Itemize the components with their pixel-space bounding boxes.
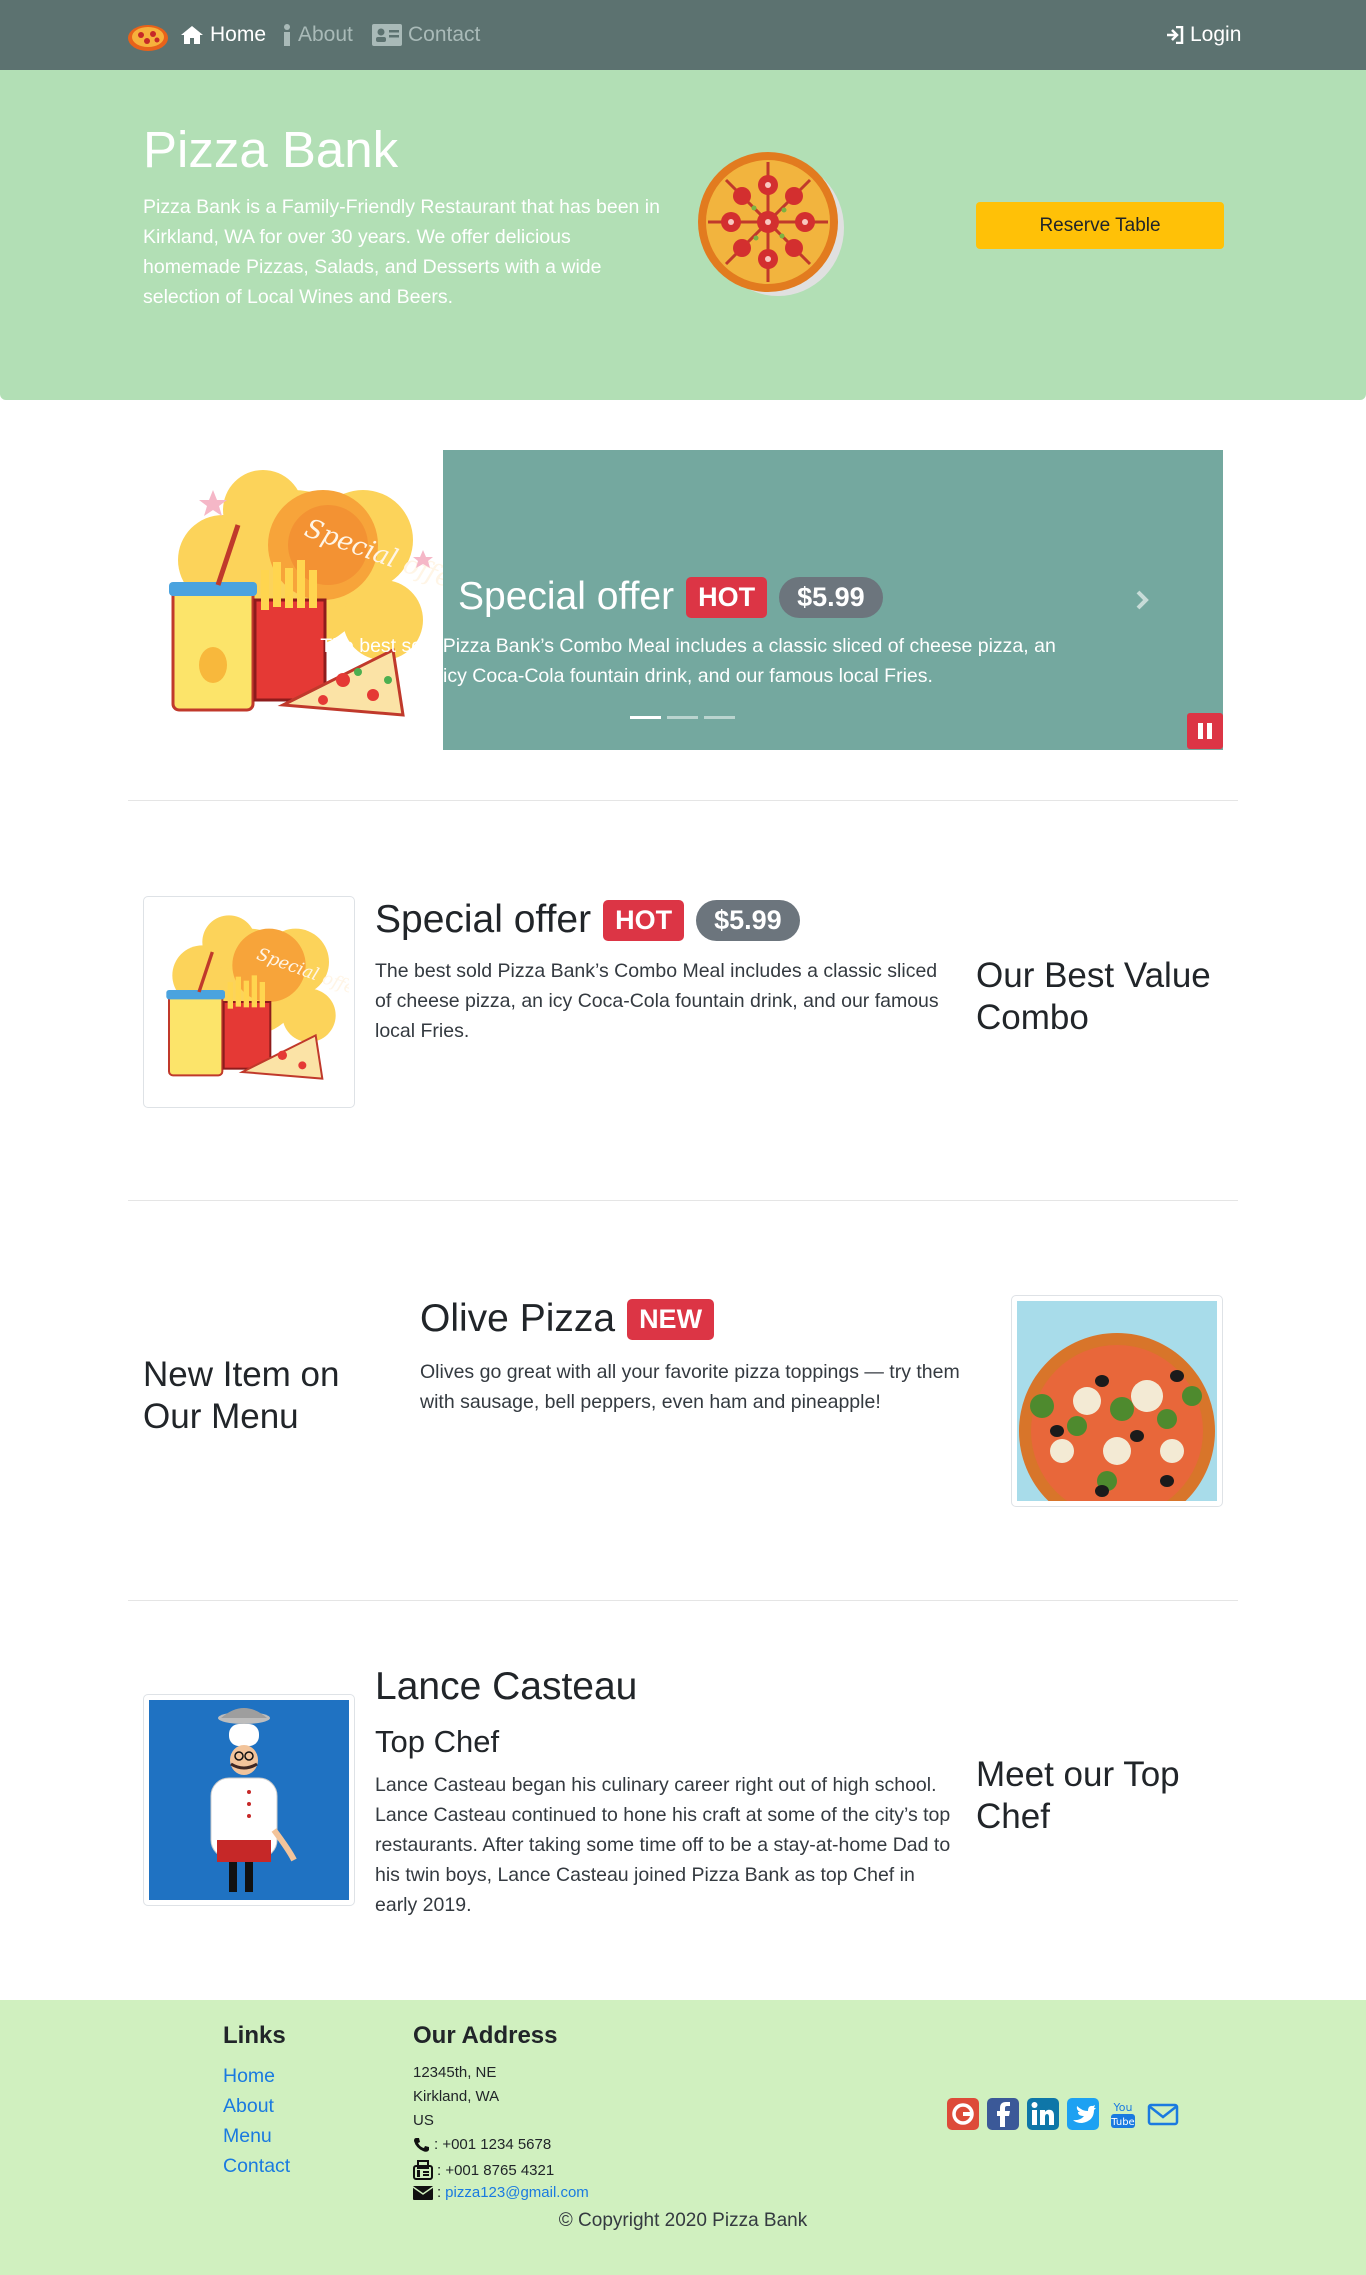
hero-title: Pizza Bank <box>143 121 399 178</box>
chef-image <box>149 1700 349 1900</box>
special-offer-description: The best sold Pizza Bank’s Combo Meal in… <box>375 960 939 1042</box>
carousel-indicator-2[interactable] <box>667 716 698 719</box>
nav-about-link[interactable]: About <box>282 23 353 47</box>
chef-bio: Lance Casteau began his culinary career … <box>375 1774 951 1916</box>
address-line-3: US <box>413 2112 434 2129</box>
carousel-pause-button[interactable] <box>1187 713 1223 749</box>
best-value-combo-heading: Our Best Value Combo <box>976 956 1211 1037</box>
nav-home-link[interactable]: Home <box>180 23 266 47</box>
new-badge: NEW <box>627 1298 715 1340</box>
olive-pizza-image <box>1017 1301 1217 1529</box>
address-line-2: Kirkland, WA <box>413 2088 500 2105</box>
section-divider <box>128 1600 1238 1601</box>
special-offer-combo-image: Special offer <box>169 470 443 717</box>
home-icon <box>181 26 203 44</box>
copyright: © Copyright 2020 Pizza Bank <box>558 2210 808 2231</box>
carousel-indicator-3[interactable] <box>704 716 735 719</box>
facebook-icon[interactable] <box>986 2097 1020 2131</box>
info-icon <box>284 24 290 46</box>
chef-thumbnail <box>143 1694 355 1906</box>
chevron-right-icon[interactable] <box>1128 584 1156 616</box>
carousel-caption: The best sold Pizza Bank’s Combo Meal in… <box>320 635 1056 687</box>
social-links: You Tube <box>946 2097 1180 2131</box>
carousel-title: Special offer <box>458 575 675 618</box>
nav-about-label: About <box>298 23 353 46</box>
nav-contact-link[interactable]: Contact <box>372 23 480 47</box>
footer-links-heading: Links <box>223 2022 286 2049</box>
carousel-heading: Special offer HOT $5.99 <box>458 575 883 619</box>
section-divider <box>128 1200 1238 1201</box>
new-item-heading: New Item on Our Menu <box>143 1355 340 1436</box>
special-offer-title: Special offer <box>375 898 592 941</box>
pizza-image <box>698 152 844 296</box>
pizza-logo-icon[interactable] <box>126 22 170 52</box>
fax-icon <box>413 2160 433 2180</box>
nav-home-label: Home <box>210 23 267 46</box>
pause-icon <box>1198 723 1212 739</box>
phone-icon <box>414 2137 429 2152</box>
youtube-icon[interactable]: You Tube <box>1106 2097 1140 2131</box>
navbar: Home About Contact Login <box>0 0 1366 70</box>
hot-badge: HOT <box>686 576 768 618</box>
svg-text:You: You <box>1113 2101 1133 2114</box>
carousel-indicators <box>630 716 735 719</box>
nav-contact-label: Contact <box>408 23 481 46</box>
olive-pizza-thumbnail <box>1011 1295 1223 1529</box>
special-offer-thumbnail: Special offer <box>143 896 367 1108</box>
footer-link-home[interactable]: Home <box>223 2065 275 2088</box>
olive-pizza-description: Olives go great with all your favorite p… <box>420 1361 960 1413</box>
footer-link-menu[interactable]: Menu <box>223 2125 272 2148</box>
footer-address-heading: Our Address <box>413 2022 558 2049</box>
email-prefix: : <box>437 2184 442 2201</box>
contact-card-icon <box>372 24 402 46</box>
chef-name: Lance Casteau <box>375 1665 638 1708</box>
email-link[interactable]: pizza123@gmail.com <box>445 2184 589 2201</box>
svg-text:Tube: Tube <box>1110 2117 1134 2128</box>
reserve-table-button[interactable]: Reserve Table <box>976 202 1224 249</box>
price-badge: $5.99 <box>696 899 800 941</box>
hot-badge: HOT <box>603 899 685 941</box>
hero-description: Pizza Bank is a Family-Friendly Restaura… <box>143 196 660 308</box>
address-line-1: 12345th, NE <box>413 2064 497 2081</box>
footer <box>0 2000 1366 2275</box>
email-line: : pizza123@gmail.com <box>413 2184 589 2201</box>
fax-line: : +001 8765 4321 <box>413 2160 554 2180</box>
phone-line: : +001 1234 5678 <box>413 2136 551 2153</box>
price-badge: $5.99 <box>779 576 883 618</box>
meet-chef-heading: Meet our Top Chef <box>976 1755 1180 1836</box>
fax-number: : +001 8765 4321 <box>437 2161 555 2179</box>
special-offer-combo-image: Special offer <box>166 915 367 1080</box>
envelope-icon[interactable] <box>1146 2097 1180 2131</box>
section-divider <box>128 800 1238 801</box>
login-link[interactable]: Login <box>1166 23 1241 47</box>
sign-in-icon <box>1167 26 1184 44</box>
special-offer-heading: Special offer HOT $5.99 <box>375 898 800 942</box>
login-label: Login <box>1190 23 1242 46</box>
twitter-icon[interactable] <box>1066 2097 1100 2131</box>
phone-number: : +001 1234 5678 <box>434 2136 552 2153</box>
olive-pizza-title: Olive Pizza <box>420 1297 616 1340</box>
carousel-indicator-1[interactable] <box>630 716 661 719</box>
footer-link-about[interactable]: About <box>223 2095 274 2118</box>
olive-pizza-heading: Olive Pizza NEW <box>420 1297 715 1341</box>
envelope-icon <box>413 2185 433 2200</box>
footer-link-contact[interactable]: Contact <box>223 2155 290 2178</box>
linkedin-icon[interactable] <box>1026 2097 1060 2131</box>
google-plus-icon[interactable] <box>946 2097 980 2131</box>
chef-role: Top Chef <box>375 1724 500 1759</box>
